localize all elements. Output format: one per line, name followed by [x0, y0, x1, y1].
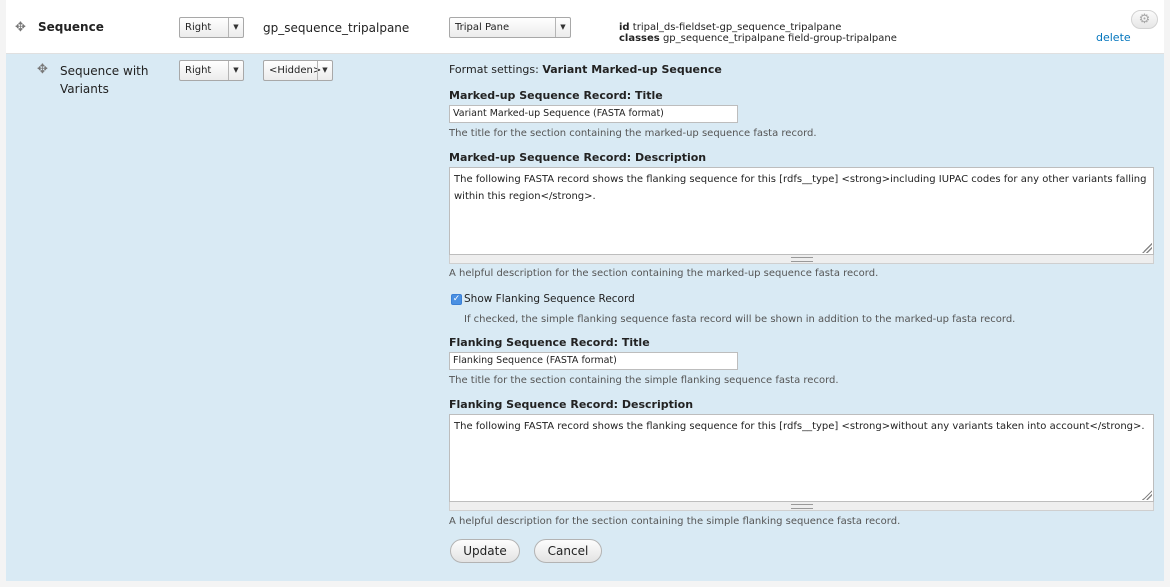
markup-desc-label: Marked-up Sequence Record: Description: [449, 151, 707, 164]
flank-title-input[interactable]: Flanking Sequence (FASTA format): [449, 352, 738, 370]
classes-key: classes: [619, 33, 660, 44]
field-settings-row: ✥ Sequence with Variants Right ▼ <Hidden…: [6, 54, 1164, 581]
flank-title-help: The title for the section containing the…: [449, 375, 839, 386]
field-group-label: Sequence: [38, 20, 104, 34]
flank-desc-resize-grip[interactable]: [449, 502, 1154, 511]
cancel-button[interactable]: Cancel: [534, 539, 602, 563]
markup-desc-textarea[interactable]: The following FASTA record shows the fla…: [449, 167, 1154, 255]
label-display-select-value: <Hidden>: [269, 65, 322, 76]
markup-title-help: The title for the section containing the…: [449, 128, 817, 139]
drag-handle-icon[interactable]: ✥: [37, 63, 48, 77]
show-flanking-checkbox[interactable]: ✓: [451, 294, 462, 305]
markup-desc-text: The following FASTA record shows the fla…: [454, 174, 1147, 202]
chevron-down-icon: ▼: [555, 18, 570, 37]
drag-handle-icon[interactable]: ✥: [15, 21, 26, 35]
field-region-select[interactable]: Right ▼: [179, 60, 244, 81]
markup-desc-resize-grip[interactable]: [449, 255, 1154, 264]
label-display-select[interactable]: <Hidden> ▼: [263, 60, 333, 81]
show-flanking-label[interactable]: Show Flanking Sequence Record: [464, 293, 635, 305]
update-button[interactable]: Update: [450, 539, 520, 563]
field-region-select-value: Right: [185, 65, 212, 76]
format-select[interactable]: Tripal Pane ▼: [449, 17, 571, 38]
chevron-down-icon: ▼: [317, 61, 332, 80]
gear-icon[interactable]: ⚙: [1131, 10, 1158, 29]
region-select[interactable]: Right ▼: [179, 17, 244, 38]
flank-title-label: Flanking Sequence Record: Title: [449, 336, 650, 349]
delete-link[interactable]: delete: [1096, 31, 1131, 44]
resize-corner-icon[interactable]: [1142, 243, 1152, 253]
chevron-down-icon: ▼: [228, 18, 243, 37]
field-label: Sequence with Variants: [60, 64, 149, 96]
flank-desc-text: The following FASTA record shows the fla…: [454, 421, 1145, 432]
format-select-value: Tripal Pane: [455, 22, 510, 33]
flank-desc-textarea[interactable]: The following FASTA record shows the fla…: [449, 414, 1154, 502]
machine-name: gp_sequence_tripalpane: [263, 21, 410, 35]
id-value: tripal_ds-fieldset-gp_sequence_tripalpan…: [632, 22, 842, 33]
flank-desc-label: Flanking Sequence Record: Description: [449, 398, 694, 411]
markup-title-label: Marked-up Sequence Record: Title: [449, 89, 663, 102]
format-settings-name: Variant Marked-up Sequence: [542, 63, 722, 76]
resize-corner-icon[interactable]: [1142, 490, 1152, 500]
flank-desc-help: A helpful description for the section co…: [449, 516, 901, 527]
markup-title-input[interactable]: Variant Marked-up Sequence (FASTA format…: [449, 105, 738, 123]
show-flanking-help: If checked, the simple flanking sequence…: [464, 314, 1016, 325]
format-settings-heading: Format settings: Variant Marked-up Seque…: [449, 63, 722, 76]
checkmark-icon: ✓: [452, 294, 461, 304]
field-group-row: ✥ Sequence Right ▼ gp_sequence_tripalpan…: [6, 0, 1164, 54]
id-key: id: [619, 22, 630, 33]
classes-value: gp_sequence_tripalpane field-group-tripa…: [662, 33, 897, 44]
chevron-down-icon: ▼: [228, 61, 243, 80]
region-select-value: Right: [185, 22, 212, 33]
group-summary: id tripal_ds-fieldset-gp_sequence_tripal…: [619, 22, 897, 44]
format-settings-prefix: Format settings:: [449, 63, 539, 76]
markup-desc-help: A helpful description for the section co…: [449, 268, 879, 279]
